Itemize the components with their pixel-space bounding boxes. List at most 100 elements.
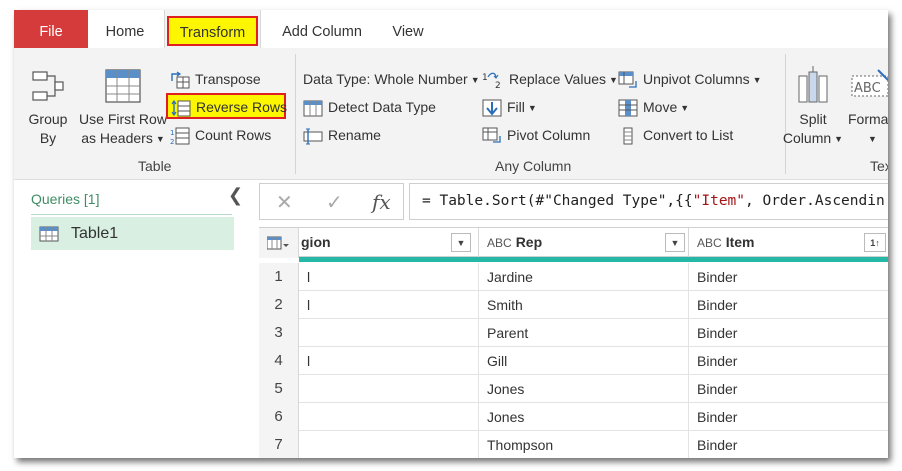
filter-dropdown-icon[interactable]: ▼ <box>665 233 685 252</box>
transpose-label: Transpose <box>195 71 261 87</box>
group-by-label-2: By <box>39 130 57 146</box>
row-number[interactable]: 6 <box>259 403 299 431</box>
chevron-down-icon: ▼ <box>834 133 844 144</box>
cell-item[interactable]: Binder <box>689 375 888 403</box>
svg-text:2: 2 <box>170 138 174 145</box>
group-by-button[interactable]: Group By <box>20 68 76 148</box>
chevron-down-icon: ▼ <box>609 75 618 86</box>
detect-data-type-label: Detect Data Type <box>328 99 436 115</box>
row-number[interactable]: 4 <box>259 347 299 375</box>
move-label: Move <box>643 99 678 115</box>
cell-item[interactable]: Binder <box>689 263 888 291</box>
cell-region[interactable]: l <box>299 347 479 375</box>
use-first-row-as-headers-button[interactable]: Use First Row as Headers ▼ <box>78 68 168 149</box>
cell-item[interactable]: Binder <box>689 347 888 375</box>
power-query-window: File Home Transform Add Column View Grou… <box>14 10 888 458</box>
row-number[interactable]: 7 <box>259 431 299 458</box>
cell-item[interactable]: Binder <box>689 403 888 431</box>
cell-region[interactable] <box>299 319 479 347</box>
table-row: 3 Parent Binder <box>259 319 888 347</box>
convert-to-list-button[interactable]: Convert to List <box>618 123 733 147</box>
table-row: 2 l Smith Binder <box>259 291 888 319</box>
data-type-dropdown[interactable]: Data Type: Whole Number ▼ <box>303 67 480 91</box>
cell-region[interactable]: l <box>299 263 479 291</box>
split-column-button[interactable]: Split Column ▼ <box>780 66 846 149</box>
unpivot-columns-dropdown[interactable]: Unpivot Columns ▼ <box>618 67 762 91</box>
use-first-row-label-2: as Headers <box>81 130 153 146</box>
formula-string: "Item" <box>692 193 746 209</box>
cancel-formula-icon[interactable]: ✕ <box>276 190 293 215</box>
tab-add-column[interactable]: Add Column <box>267 10 377 48</box>
cell-item[interactable]: Binder <box>689 291 888 319</box>
column-header-item[interactable]: ABC Item 1↑ <box>689 228 888 258</box>
ribbon-separator <box>295 54 296 174</box>
cell-item[interactable]: Binder <box>689 431 888 458</box>
svg-text:2: 2 <box>495 81 501 89</box>
chevron-down-icon: ▼ <box>527 103 537 114</box>
cell-rep[interactable]: Gill <box>479 347 689 375</box>
row-number[interactable]: 5 <box>259 375 299 403</box>
cell-region[interactable]: l <box>299 291 479 319</box>
confirm-formula-icon[interactable]: ✓ <box>326 190 343 215</box>
table-menu-icon <box>267 236 289 250</box>
data-type-label: Data Type: Whole Number <box>303 71 468 87</box>
pivot-column-button[interactable]: Pivot Column <box>482 123 590 147</box>
format-button[interactable]: ABC Forma ▼ <box>848 66 888 149</box>
row-number[interactable]: 2 <box>259 291 299 319</box>
row-number[interactable]: 3 <box>259 319 299 347</box>
detect-data-type-icon <box>303 100 323 117</box>
column-header-region[interactable]: gion ▼ <box>299 228 479 258</box>
reverse-rows-button[interactable]: Reverse Rows <box>166 93 287 119</box>
pivot-column-label: Pivot Column <box>507 127 591 143</box>
svg-text:ABC: ABC <box>854 81 881 96</box>
detect-data-type-button[interactable]: Detect Data Type <box>303 95 436 119</box>
pivot-column-icon <box>482 127 501 143</box>
cell-item[interactable]: Binder <box>689 319 888 347</box>
cell-region[interactable] <box>299 431 479 458</box>
transpose-button[interactable]: Transpose <box>170 67 261 91</box>
move-dropdown[interactable]: Move ▼ <box>618 95 689 119</box>
cell-rep[interactable]: Jardine <box>479 263 689 291</box>
split-column-label-1: Split <box>799 111 827 127</box>
replace-values-label: Replace Values <box>509 71 607 87</box>
column-header-label: Rep <box>515 234 543 250</box>
row-number[interactable]: 1 <box>259 263 299 291</box>
fill-dropdown[interactable]: Fill ▼ <box>482 95 537 119</box>
cell-rep[interactable]: Smith <box>479 291 689 319</box>
column-header-rep[interactable]: ABC Rep ▼ <box>479 228 689 258</box>
fx-icon[interactable]: fx <box>372 190 391 214</box>
group-by-label-1: Group <box>28 111 68 127</box>
chevron-down-icon: ▼ <box>155 133 165 144</box>
count-rows-button[interactable]: 1 2 Count Rows <box>170 123 271 147</box>
rename-button[interactable]: Rename <box>303 123 381 147</box>
query-item-table1[interactable]: Table1 <box>31 217 234 250</box>
table-row: 4 l Gill Binder <box>259 347 888 375</box>
move-icon <box>618 99 638 117</box>
svg-text:1: 1 <box>170 129 174 137</box>
cell-rep[interactable]: Thompson <box>479 431 689 458</box>
cell-region[interactable] <box>299 375 479 403</box>
tab-transform[interactable]: Transform <box>167 16 258 46</box>
tab-home[interactable]: Home <box>88 10 162 48</box>
ribbon-transform: Group By Use First Row as Headers ▼ Tran… <box>14 48 888 180</box>
sort-ascending-icon[interactable]: 1↑ <box>864 233 886 252</box>
cell-rep[interactable]: Jones <box>479 403 689 431</box>
rename-icon <box>303 128 323 145</box>
cell-region[interactable] <box>299 403 479 431</box>
collapse-chevron-left-icon[interactable]: ❮ <box>228 185 243 206</box>
formula-bar-buttons: ✕ ✓ fx <box>259 183 404 220</box>
split-column-icon <box>798 66 828 103</box>
tab-file[interactable]: File <box>14 10 88 48</box>
table-icon <box>39 226 59 242</box>
formula-input[interactable]: = Table.Sort(#"Changed Type",{{"Item", O… <box>409 183 888 220</box>
replace-values-dropdown[interactable]: 1 2 Replace Values ▼ <box>482 67 618 91</box>
tab-view[interactable]: View <box>380 10 436 48</box>
cell-rep[interactable]: Parent <box>479 319 689 347</box>
table-menu-button[interactable] <box>259 228 299 258</box>
filter-dropdown-icon[interactable]: ▼ <box>451 233 471 252</box>
queries-pane: Queries [1] ❮ Table1 <box>14 181 249 458</box>
unpivot-columns-icon <box>618 71 637 88</box>
rename-label: Rename <box>328 127 381 143</box>
cell-rep[interactable]: Jones <box>479 375 689 403</box>
text-type-icon: ABC <box>487 236 512 250</box>
